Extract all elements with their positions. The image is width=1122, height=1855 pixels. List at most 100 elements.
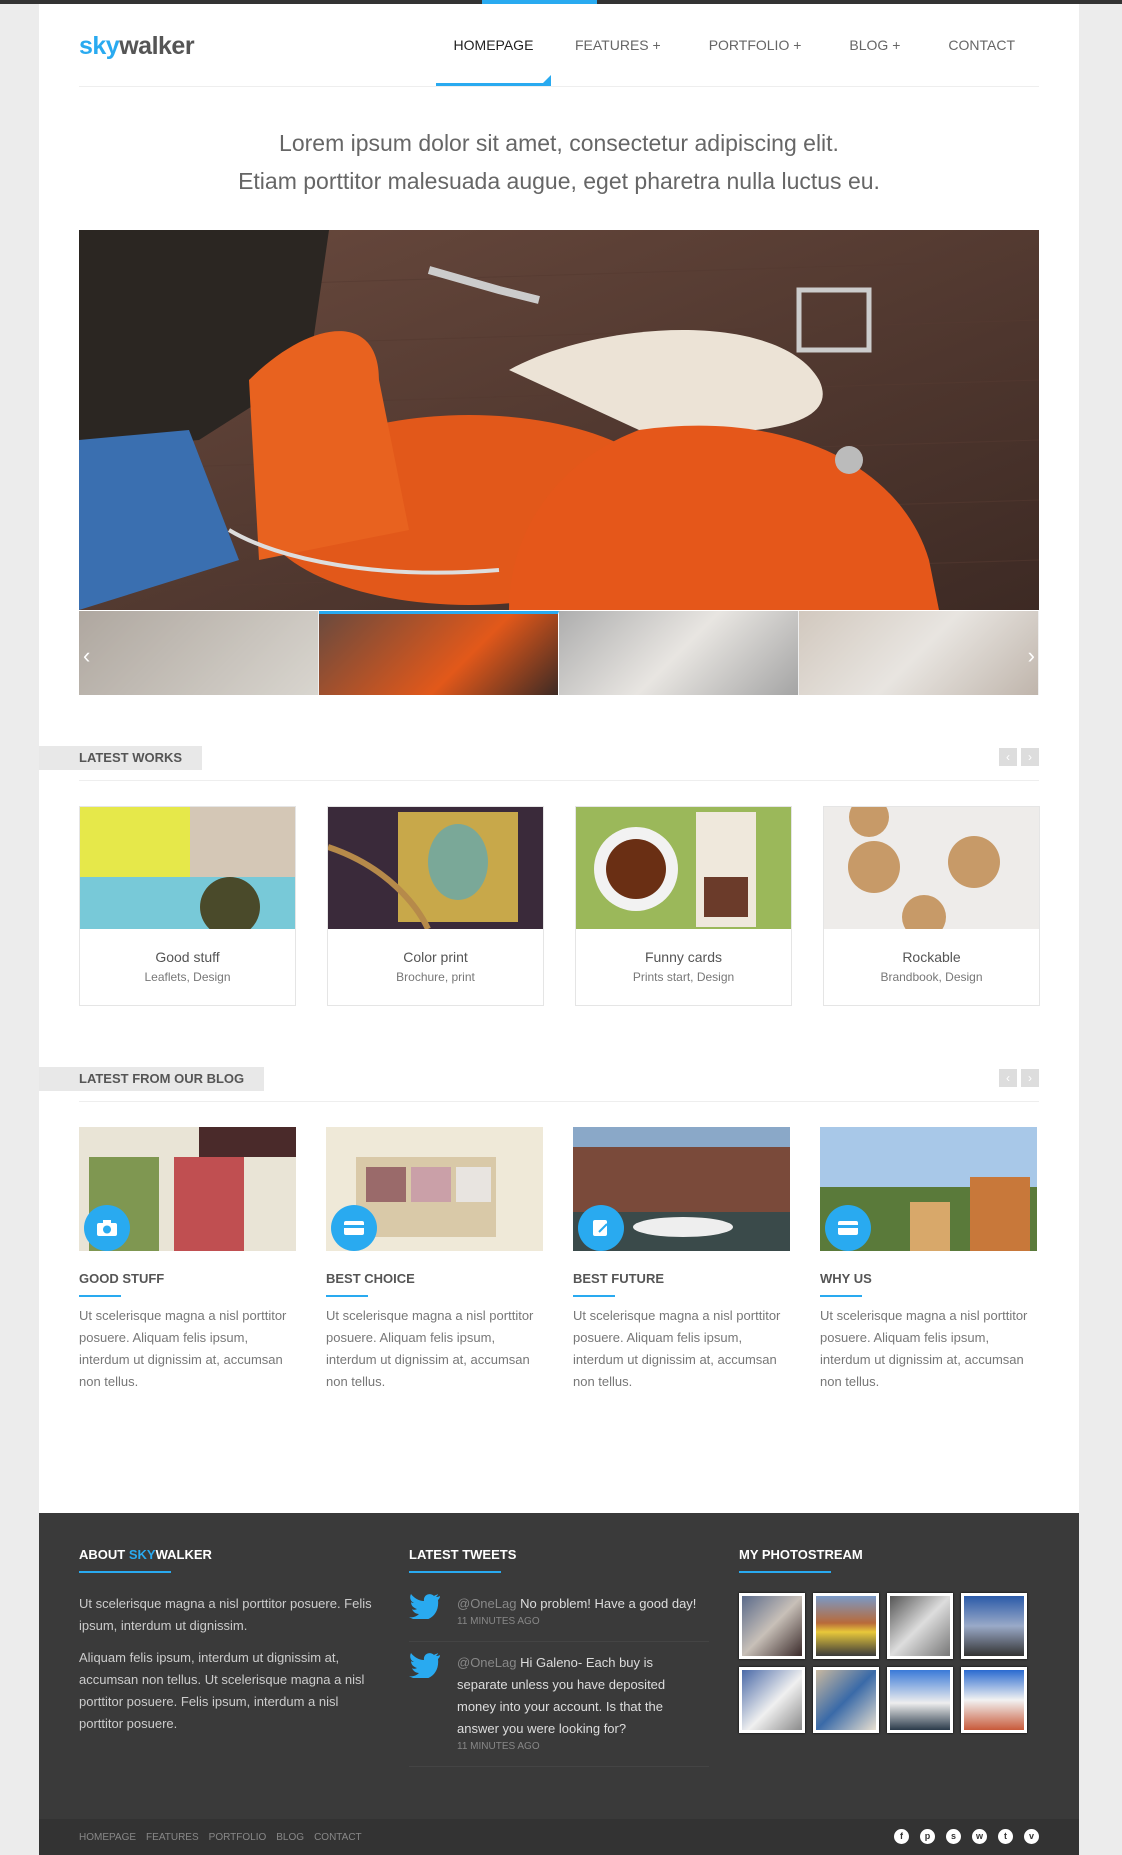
nav-contact[interactable]: CONTACT xyxy=(924,4,1039,86)
blog-post-title[interactable]: BEST FUTURE xyxy=(573,1271,790,1286)
header-divider xyxy=(79,86,1039,87)
footer-nav: HOMEPAGE FEATURES PORTFOLIO BLOG CONTACT xyxy=(79,1832,362,1843)
footer-about-title: ABOUT SKYWALKER xyxy=(79,1547,212,1562)
blog-carousel-arrows: ‹ › xyxy=(999,1069,1039,1087)
page-container: skywalker HOMEPAGE FEATURES + PORTFOLIO … xyxy=(39,4,1079,1855)
nav-features[interactable]: FEATURES + xyxy=(551,4,685,86)
tweet-time: 11 MINUTES AGO xyxy=(457,1741,540,1752)
tweet-handle[interactable]: @OneLag xyxy=(457,1655,516,1670)
work-name: Color print xyxy=(403,949,468,965)
tweet-item: @OneLag No problem! Have a good day! 11 … xyxy=(409,1583,709,1642)
work-card[interactable]: Funny cards Prints start, Design xyxy=(575,806,792,1006)
blog-post-underline xyxy=(326,1295,368,1297)
blog-post-underline xyxy=(79,1295,121,1297)
blog-prev-icon[interactable]: ‹ xyxy=(999,1069,1017,1087)
tweet-body: @OneLag Hi Galeno- Each buy is separate … xyxy=(457,1652,707,1754)
facebook-icon[interactable]: f xyxy=(894,1829,909,1844)
blog-post-title[interactable]: BEST CHOICE xyxy=(326,1271,543,1286)
hero-slide-image[interactable] xyxy=(79,230,1039,610)
work-image xyxy=(824,807,1039,929)
web-icon[interactable]: w xyxy=(972,1829,987,1844)
intro-line-2: Etiam porttitor malesuada augue, eget ph… xyxy=(238,168,880,194)
blog-post: BEST CHOICE Ut scelerisque magna a nisl … xyxy=(326,1127,543,1393)
photostream-thumb[interactable] xyxy=(887,1593,953,1659)
tweet-handle[interactable]: @OneLag xyxy=(457,1596,516,1611)
works-divider xyxy=(79,780,1039,781)
work-categories: Brochure, print xyxy=(396,970,475,984)
footer-link-contact[interactable]: CONTACT xyxy=(314,1832,362,1843)
footer: ABOUT SKYWALKER Ut scelerisque magna a n… xyxy=(39,1513,1079,1855)
work-name: Funny cards xyxy=(644,949,723,965)
works-next-icon[interactable]: › xyxy=(1021,748,1039,766)
works-prev-icon[interactable]: ‹ xyxy=(999,748,1017,766)
twitter-bird-icon xyxy=(409,1652,457,1754)
footer-link-portfolio[interactable]: PORTFOLIO xyxy=(209,1832,267,1843)
work-card[interactable]: Rockable Brandbook, Design xyxy=(823,806,1040,1006)
blog-post-title[interactable]: GOOD STUFF xyxy=(79,1271,296,1286)
footer-tweets: LATEST TWEETS @OneLag No problem! Have a… xyxy=(409,1547,709,1767)
blog-post-title[interactable]: WHY US xyxy=(820,1271,1037,1286)
footer-link-blog[interactable]: BLOG xyxy=(276,1832,304,1843)
blog-post: BEST FUTURE Ut scelerisque magna a nisl … xyxy=(573,1127,790,1393)
skype-icon[interactable]: s xyxy=(946,1829,961,1844)
blog-post: GOOD STUFF Ut scelerisque magna a nisl p… xyxy=(79,1127,296,1393)
blog-post-underline xyxy=(573,1295,615,1297)
vimeo-icon[interactable]: v xyxy=(1024,1829,1039,1844)
blog-post-excerpt: Ut scelerisque magna a nisl porttitor po… xyxy=(326,1308,534,1389)
photostream-thumb[interactable] xyxy=(813,1593,879,1659)
work-categories: Leaflets, Design xyxy=(144,970,231,984)
work-image xyxy=(80,807,295,929)
tweet-item: @OneLag Hi Galeno- Each buy is separate … xyxy=(409,1642,709,1767)
latest-blog-title: LATEST FROM OUR BLOG xyxy=(39,1067,265,1091)
blog-image[interactable] xyxy=(573,1127,790,1251)
blog-post-excerpt: Ut scelerisque magna a nisl porttitor po… xyxy=(820,1308,1028,1389)
slider-prev-icon[interactable]: ‹ xyxy=(83,643,90,669)
blog-post-underline xyxy=(820,1295,862,1297)
footer-link-features[interactable]: FEATURES xyxy=(146,1832,199,1843)
blog-image[interactable] xyxy=(79,1127,296,1251)
blog-post-excerpt: Ut scelerisque magna a nisl porttitor po… xyxy=(79,1308,287,1389)
card-icon xyxy=(331,1205,377,1251)
slider-thumb[interactable] xyxy=(559,611,799,695)
footer-title-underline xyxy=(79,1571,171,1573)
blog-image[interactable] xyxy=(326,1127,543,1251)
photostream-thumb[interactable] xyxy=(813,1667,879,1733)
camera-icon xyxy=(84,1205,130,1251)
card-icon xyxy=(825,1205,871,1251)
work-name: Good stuff xyxy=(155,949,220,965)
blog-post-excerpt: Ut scelerisque magna a nisl porttitor po… xyxy=(573,1308,781,1389)
logo[interactable]: skywalker xyxy=(79,32,195,61)
slider-next-icon[interactable]: › xyxy=(1028,643,1035,669)
slider-thumb[interactable] xyxy=(799,611,1039,695)
photostream-thumb[interactable] xyxy=(739,1593,805,1659)
photostream-thumb[interactable] xyxy=(739,1667,805,1733)
logo-sky: sky xyxy=(79,32,120,60)
blog-next-icon[interactable]: › xyxy=(1021,1069,1039,1087)
footer-title-underline xyxy=(739,1571,831,1573)
blog-divider xyxy=(79,1101,1039,1102)
work-card[interactable]: Color print Brochure, print xyxy=(327,806,544,1006)
photostream-thumb[interactable] xyxy=(961,1593,1027,1659)
photostream-thumb[interactable] xyxy=(887,1667,953,1733)
photostream-thumb[interactable] xyxy=(961,1667,1027,1733)
work-categories: Prints start, Design xyxy=(632,970,735,984)
footer-about: ABOUT SKYWALKER Ut scelerisque magna a n… xyxy=(79,1547,379,1735)
work-card[interactable]: Good stuff Leaflets, Design xyxy=(79,806,296,1006)
pinterest-icon[interactable]: p xyxy=(920,1829,935,1844)
nav-portfolio[interactable]: PORTFOLIO + xyxy=(685,4,826,86)
blog-image[interactable] xyxy=(820,1127,1037,1251)
nav-homepage[interactable]: HOMEPAGE xyxy=(435,4,551,86)
bottom-bar: HOMEPAGE FEATURES PORTFOLIO BLOG CONTACT… xyxy=(39,1819,1079,1855)
footer-link-homepage[interactable]: HOMEPAGE xyxy=(79,1832,136,1843)
work-image xyxy=(576,807,791,929)
twitter-bird-icon xyxy=(409,1593,457,1629)
work-categories: Brandbook, Design xyxy=(880,970,983,984)
footer-photos-title: MY PHOTOSTREAM xyxy=(739,1547,863,1562)
slider-thumb-active[interactable] xyxy=(319,611,559,695)
footer-photostream: MY PHOTOSTREAM xyxy=(739,1547,1027,1733)
tweet-body: @OneLag No problem! Have a good day! 11 … xyxy=(457,1593,707,1629)
nav-blog[interactable]: BLOG + xyxy=(825,4,924,86)
twitter-icon[interactable]: t xyxy=(998,1829,1013,1844)
slider-thumbnails: ‹ › xyxy=(79,611,1039,695)
slider-thumb[interactable] xyxy=(79,611,319,695)
